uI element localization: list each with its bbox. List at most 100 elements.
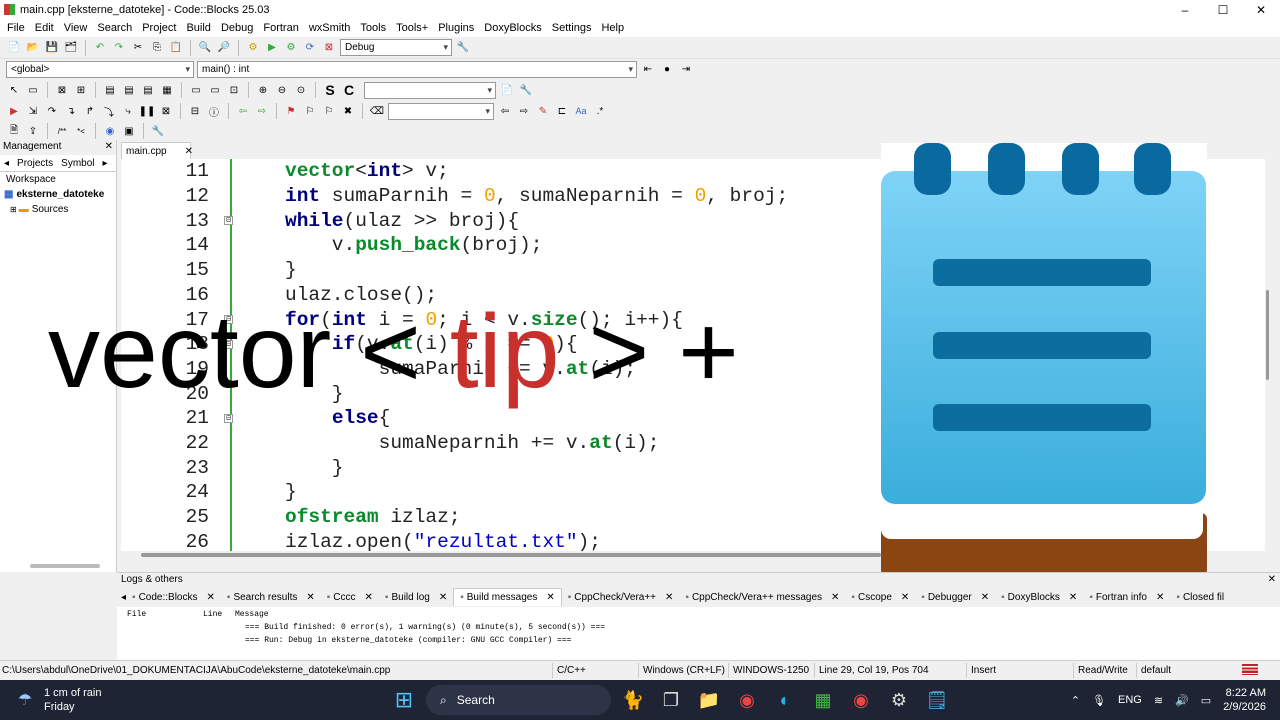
search-combo[interactable] — [388, 102, 494, 120]
prev-bookmark-icon[interactable]: ⇦ — [235, 103, 251, 119]
chevron-up-icon[interactable]: ⌃ — [1071, 694, 1080, 707]
code-line[interactable]: 14 v.push_back(broj); — [121, 233, 921, 258]
info-icon[interactable]: ⓘ — [206, 103, 222, 119]
clear-search-icon[interactable]: ⌫ — [369, 103, 385, 119]
log-tab[interactable]: ▪ Cscope ✕ — [845, 588, 915, 606]
log-tab[interactable]: ▪ Build log ✕ — [379, 588, 453, 606]
chrome-alt-icon[interactable]: ◉ — [845, 684, 877, 716]
shape1-icon[interactable]: ▭ — [188, 82, 204, 98]
build-target-select[interactable]: Debug — [340, 39, 452, 56]
code-line[interactable]: 15} — [121, 258, 921, 283]
highlight-icon[interactable]: ✎ — [535, 103, 551, 119]
log-tab-close-icon[interactable]: ✕ — [831, 592, 839, 603]
tabs-next-icon[interactable]: ▸ — [103, 158, 108, 169]
log-tab-close-icon[interactable]: ✕ — [365, 592, 373, 603]
fold-marker-icon[interactable]: ⊟ — [224, 216, 233, 226]
menu-search[interactable]: Search — [92, 22, 137, 34]
menu-settings[interactable]: Settings — [547, 22, 597, 34]
log-tab[interactable]: ▪ CppCheck/Vera++ ✕ — [562, 588, 680, 606]
log-tab[interactable]: ▪ Debugger ✕ — [915, 588, 995, 606]
cut-icon[interactable]: ✂ — [130, 40, 146, 56]
block-alt-icon[interactable]: ⊞ — [73, 82, 89, 98]
log-tab-close-icon[interactable]: ✕ — [665, 592, 673, 603]
code-line[interactable]: 11 vector<int> v; — [121, 159, 921, 184]
log-tab[interactable]: ▪ Fortran info ✕ — [1083, 588, 1170, 606]
open-file-icon[interactable]: 📂 — [25, 40, 41, 56]
next-bookmark-icon[interactable]: ⇨ — [254, 103, 270, 119]
col-file[interactable]: File — [117, 610, 203, 619]
col-line[interactable]: Line — [203, 610, 235, 619]
log-tab-close-icon[interactable]: ✕ — [546, 592, 554, 603]
tree-project[interactable]: ▦ eksterne_datoteke — [0, 187, 116, 202]
shape3-icon[interactable]: ⊡ — [226, 82, 242, 98]
fold-marker-icon[interactable]: ⊟ — [224, 414, 233, 423]
function-select[interactable]: main() : int — [197, 61, 637, 78]
c-icon[interactable]: C — [341, 82, 357, 98]
tree-sources[interactable]: ⊞ ▬ Sources — [0, 202, 116, 217]
doxy-wizard-icon[interactable]: 🗎 — [6, 123, 22, 139]
battery-icon[interactable]: ▭ — [1201, 694, 1211, 707]
jump-back-icon[interactable]: ⇤ — [640, 62, 656, 78]
find-icon[interactable]: 🔍 — [197, 40, 213, 56]
undo-icon[interactable]: ↶ — [92, 40, 108, 56]
save-icon[interactable]: 💾 — [44, 40, 60, 56]
tab-main-cpp[interactable]: main.cpp ✕ — [121, 142, 193, 159]
menu-file[interactable]: File — [2, 22, 30, 34]
tab-projects[interactable]: Projects — [17, 158, 53, 169]
file-explorer-icon[interactable]: 📁 — [693, 684, 725, 716]
log-tab[interactable]: ▪ Build messages ✕ — [453, 588, 562, 606]
menu-plugins[interactable]: Plugins — [433, 22, 479, 34]
flag-next-icon[interactable]: ⚐ — [302, 103, 318, 119]
build-and-run-icon[interactable]: ⚙ — [283, 40, 299, 56]
menu-fortran[interactable]: Fortran — [258, 22, 303, 34]
log-tab[interactable]: ▪ Closed fil — [1170, 588, 1230, 606]
block-icon[interactable]: ⊠ — [54, 82, 70, 98]
code-line[interactable]: 12 int sumaParnih = 0, sumaNeparnih = 0, … — [121, 184, 921, 209]
doxy-extract-icon[interactable]: ⇪ — [25, 123, 41, 139]
step-instruction-icon[interactable]: ⤷ — [120, 103, 136, 119]
menu-help[interactable]: Help — [596, 22, 629, 34]
menu-doxyblocks[interactable]: DoxyBlocks — [479, 22, 546, 34]
menu-project[interactable]: Project — [137, 22, 181, 34]
windows-start-icon[interactable]: ⊞ — [388, 684, 420, 716]
save-all-icon[interactable]: 🗂 — [63, 40, 79, 56]
redo-icon[interactable]: ↷ — [111, 40, 127, 56]
rebuild-icon[interactable]: ⟳ — [302, 40, 318, 56]
cat-widget-icon[interactable]: 🐈 — [617, 684, 649, 716]
zoom-out-icon[interactable]: ⊖ — [274, 82, 290, 98]
codeblocks-taskbar-icon[interactable]: ▦ — [807, 684, 839, 716]
menu-tools[interactable]: Tools — [355, 22, 391, 34]
log-tab-close-icon[interactable]: ✕ — [901, 592, 909, 603]
bookmark-dot-icon[interactable]: ● — [659, 62, 675, 78]
log-tab[interactable]: ▪ Cccc ✕ — [321, 588, 379, 606]
log-tab-close-icon[interactable]: ✕ — [439, 592, 447, 603]
paste-icon[interactable]: 📋 — [168, 40, 184, 56]
horizontal-scroll-thumb[interactable] — [141, 553, 881, 557]
volume-icon[interactable]: 🔊 — [1175, 694, 1189, 707]
gear-app-icon[interactable]: ⚙ — [883, 684, 915, 716]
layout1-icon[interactable]: ▤ — [102, 82, 118, 98]
search-forward-icon[interactable]: ⇨ — [516, 103, 532, 119]
stop-icon[interactable]: ⊠ — [158, 103, 174, 119]
build-gear-icon[interactable]: ⚙ — [245, 40, 261, 56]
log-message-row[interactable]: === Build finished: 0 error(s), 1 warnin… — [117, 621, 1280, 634]
layout2-icon[interactable]: ▤ — [121, 82, 137, 98]
new-file-icon[interactable]: 📄 — [6, 40, 22, 56]
language-indicator[interactable]: ENG — [1118, 694, 1142, 706]
step-out-icon[interactable]: ↱ — [82, 103, 98, 119]
chm-icon[interactable]: ▣ — [121, 123, 137, 139]
doxy-prefs-icon[interactable]: 🔧 — [150, 123, 166, 139]
taskbar-search[interactable]: ⌕ Search — [426, 685, 611, 715]
log-tab-close-icon[interactable]: ✕ — [207, 592, 215, 603]
shape2-icon[interactable]: ▭ — [207, 82, 223, 98]
block-comment-icon[interactable]: /** — [54, 123, 70, 139]
code-line[interactable]: 26 izlaz.open("rezultat.txt"); — [121, 530, 921, 551]
target-options-icon[interactable]: 🔧 — [455, 40, 471, 56]
nassi-select[interactable] — [364, 81, 496, 99]
log-tab-close-icon[interactable]: ✕ — [1069, 592, 1077, 603]
logs-close-icon[interactable]: ✕ — [1268, 574, 1276, 586]
notepad-taskbar-icon[interactable]: 🗒 — [921, 684, 953, 716]
microphone-icon[interactable]: 🎙 — [1092, 694, 1106, 707]
replace-icon[interactable]: 🔎 — [216, 40, 232, 56]
management-close-icon[interactable]: ✕ — [105, 141, 113, 154]
